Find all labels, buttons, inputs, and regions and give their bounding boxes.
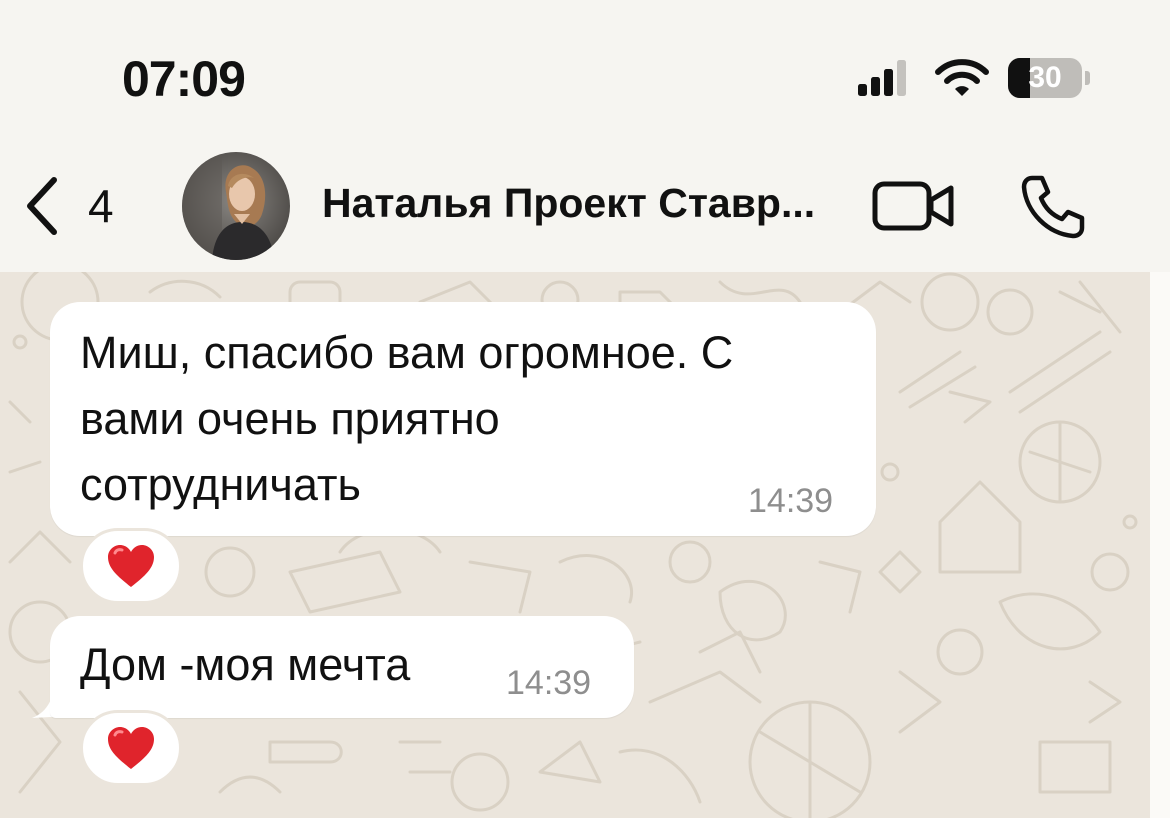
heart-icon xyxy=(108,545,154,587)
message-time: 14:39 xyxy=(748,482,834,520)
avatar-photo xyxy=(182,152,290,260)
message-line: вами очень приятно xyxy=(80,393,500,444)
status-time: 07:09 xyxy=(122,51,246,107)
message-line: сотрудничать xyxy=(80,459,361,510)
chat-header: 4 Наталья Проект Ставр... xyxy=(0,140,1170,272)
contact-name[interactable]: Наталья Проект Ставр... xyxy=(322,180,842,227)
reaction-heart[interactable] xyxy=(80,710,182,786)
status-bar: 07:09 30 xyxy=(0,0,1170,140)
cellular-signal-icon xyxy=(858,60,906,96)
message-line: Дом -моя мечта xyxy=(80,639,411,690)
message-line: Миш, спасибо вам огромное. С xyxy=(80,327,734,378)
heart-icon xyxy=(108,727,154,769)
chevron-left-icon xyxy=(27,177,57,235)
right-edge-strip xyxy=(1150,272,1170,818)
message-time: 14:39 xyxy=(506,664,592,702)
chat-area[interactable]: Миш, спасибо вам огромное. С вами очень … xyxy=(0,272,1150,818)
wifi-icon xyxy=(935,59,989,96)
contact-avatar[interactable] xyxy=(182,152,290,260)
battery-percentage: 30 xyxy=(1028,61,1062,94)
message-bubble[interactable]: Миш, спасибо вам огромное. С вами очень … xyxy=(50,302,876,536)
unread-chats-count: 4 xyxy=(88,180,114,232)
battery-icon: 30 xyxy=(1008,58,1090,98)
phone-icon[interactable] xyxy=(1018,172,1088,242)
back-button[interactable]: 4 xyxy=(22,168,114,244)
reaction-heart[interactable] xyxy=(80,528,182,604)
video-camera-icon[interactable] xyxy=(872,178,956,234)
message-bubble[interactable]: Дом -моя мечта 14:39 xyxy=(50,616,634,718)
